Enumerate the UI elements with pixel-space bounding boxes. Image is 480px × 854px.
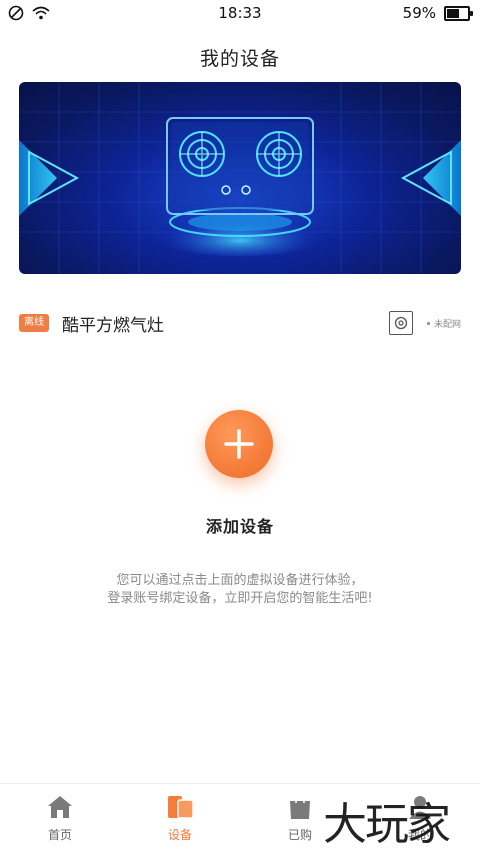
device-status: 未配网 [426,317,461,330]
nav-label-purchased: 已购 [287,828,312,842]
gas-stove-illustration [19,82,461,274]
watermark-logo: 大玩家 [323,799,451,850]
status-bar: 18:33 59% [0,0,480,26]
plus-icon [224,429,254,459]
offline-badge: 离线 [19,314,49,332]
device-name: 酷平方燃气灶 [62,315,164,336]
device-banner[interactable] [19,82,461,274]
battery-percent: 59% [402,4,436,22]
add-device-button[interactable] [205,410,273,478]
hint-line-2: 登录账号绑定设备，立即开启您的智能生活吧! [107,591,373,606]
nav-item-devices[interactable]: 设备 [120,784,240,854]
nav-label-devices: 设备 [167,828,192,842]
hint-text: 您可以通过点击上面的虚拟设备进行体验， 登录账号绑定设备，立即开启您的智能生活吧… [0,572,480,608]
do-not-disturb-icon [8,5,24,21]
stove-device-icon [388,311,413,335]
nav-label-home: 首页 [47,828,72,842]
nav-item-home[interactable]: 首页 [0,784,120,854]
hint-line-1: 您可以通过点击上面的虚拟设备进行体验， [116,573,364,588]
battery-icon [444,5,473,21]
page-title: 我的设备 [199,48,280,70]
add-device-label[interactable]: 添加设备 [0,513,480,537]
shopping-bag-icon [290,794,310,819]
wifi-icon [32,6,50,20]
home-icon [48,796,72,818]
devices-icon [168,796,194,819]
device-list-item[interactable]: 离线 酷平方燃气灶 未配网 [19,308,461,338]
device-status-text: 未配网 [433,319,461,330]
